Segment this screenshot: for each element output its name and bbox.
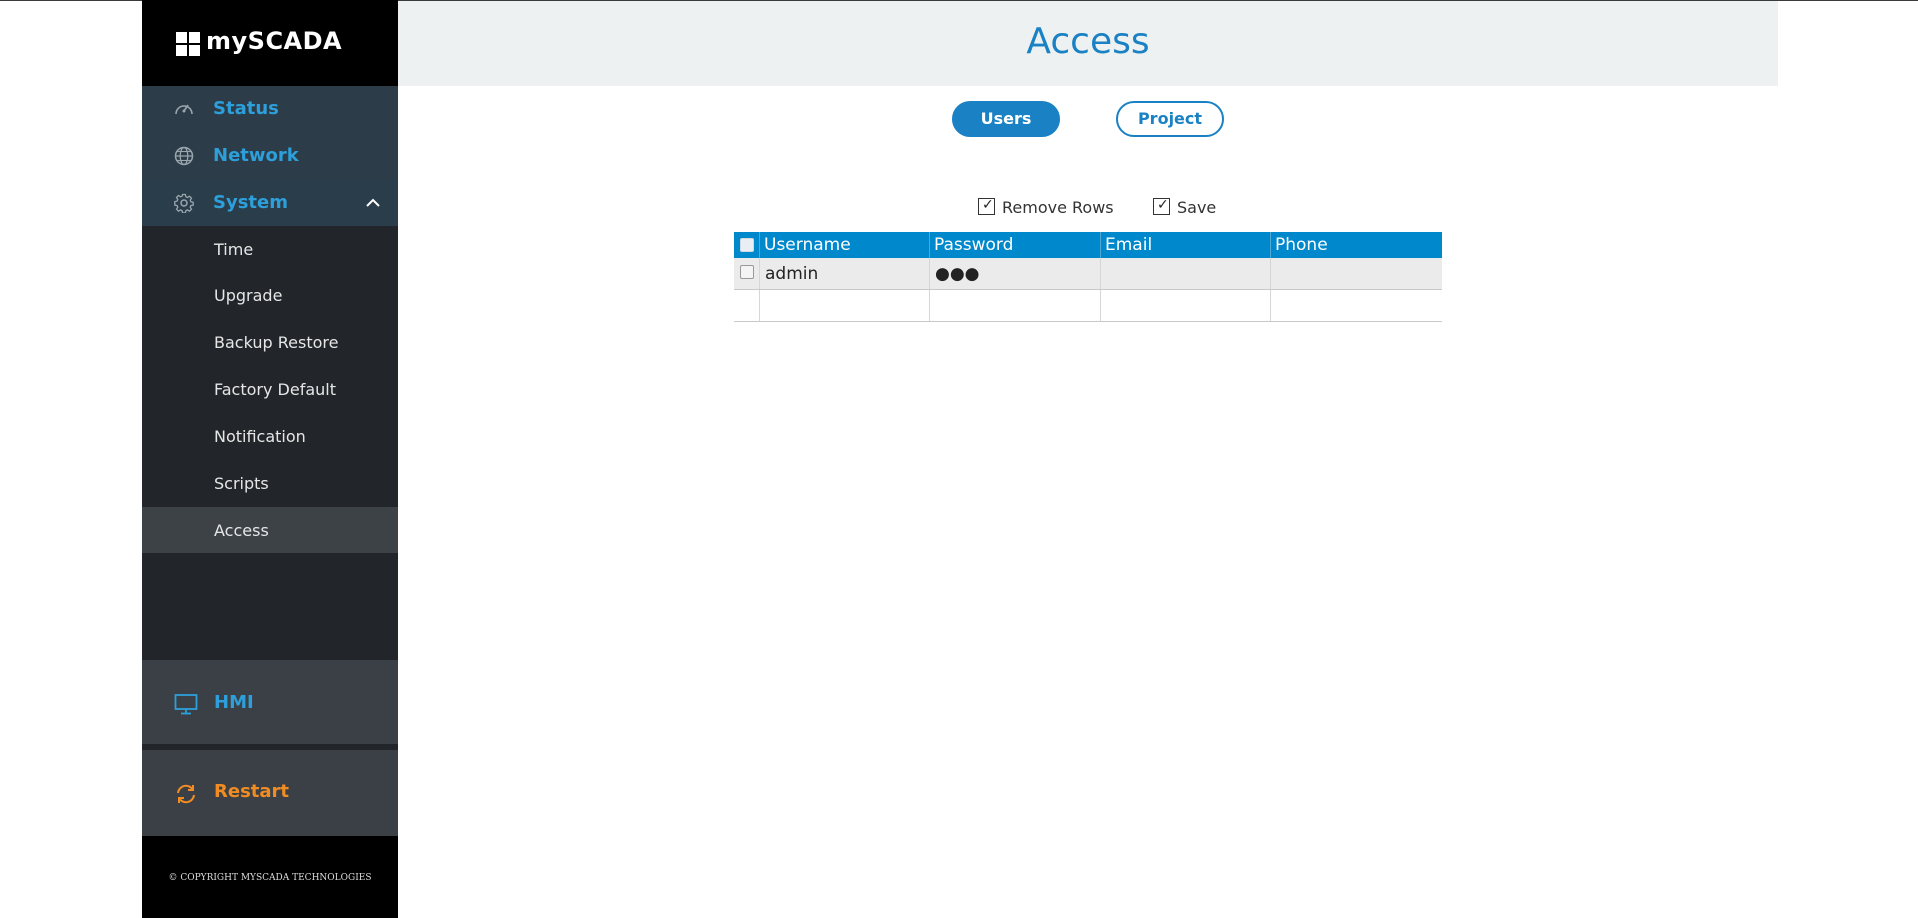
sidebar-item-label: Backup Restore bbox=[214, 333, 339, 352]
nav-item-status[interactable]: Status bbox=[142, 86, 398, 132]
sidebar: mySCADA Status Network System Time Upgra… bbox=[142, 0, 398, 918]
sidebar-item-access[interactable]: Access bbox=[142, 507, 398, 553]
row-select-cell bbox=[734, 290, 760, 321]
cell-email[interactable] bbox=[1101, 258, 1271, 289]
cell-text: ●●● bbox=[935, 264, 980, 284]
page-title: Access bbox=[1026, 21, 1150, 62]
column-header-email[interactable]: Email bbox=[1101, 232, 1271, 258]
select-all-checkbox[interactable] bbox=[740, 238, 754, 252]
sidebar-item-label: Factory Default bbox=[214, 380, 336, 399]
save-label: Save bbox=[1177, 198, 1217, 217]
cell-username[interactable] bbox=[760, 290, 930, 321]
column-header-label: Password bbox=[934, 235, 1014, 255]
column-header-label: Phone bbox=[1275, 235, 1328, 255]
sidebar-item-label: Access bbox=[214, 521, 269, 540]
nav-label-network: Network bbox=[213, 145, 299, 166]
globe-icon bbox=[174, 146, 194, 166]
column-header-password[interactable]: Password bbox=[930, 232, 1101, 258]
tab-project[interactable]: Project bbox=[1116, 101, 1224, 137]
sidebar-item-label: Scripts bbox=[214, 474, 269, 493]
nav-item-system[interactable]: System bbox=[142, 180, 398, 226]
remove-rows-label: Remove Rows bbox=[1002, 198, 1114, 217]
cell-phone[interactable] bbox=[1271, 290, 1442, 321]
cell-phone[interactable] bbox=[1271, 258, 1442, 289]
page-header: Access bbox=[398, 1, 1778, 86]
checkmark-icon: ✓ bbox=[1157, 197, 1169, 213]
table-row[interactable]: admin ●●● bbox=[734, 258, 1442, 290]
gauge-icon bbox=[175, 104, 193, 115]
monitor-icon bbox=[174, 694, 198, 715]
column-header-label: Username bbox=[764, 235, 851, 255]
footer: © COPYRIGHT MYSCADA TECHNOLOGIES bbox=[142, 836, 398, 918]
cell-email[interactable] bbox=[1101, 290, 1271, 321]
row-checkbox[interactable] bbox=[740, 265, 754, 279]
nav-label-status: Status bbox=[213, 98, 279, 119]
remove-rows-checkbox[interactable]: ✓ bbox=[978, 197, 995, 215]
column-header-phone[interactable]: Phone bbox=[1271, 232, 1442, 258]
header-select-cell bbox=[734, 232, 760, 258]
nav-item-network[interactable]: Network bbox=[142, 133, 398, 179]
nav-label-system: System bbox=[213, 192, 288, 213]
sidebar-item-label: Upgrade bbox=[214, 286, 283, 305]
cell-text: admin bbox=[765, 264, 819, 284]
users-table: Username Password Email Phone admin ●●● bbox=[734, 232, 1442, 322]
logo-text: mySCADA bbox=[206, 27, 343, 55]
restart-button[interactable]: Restart bbox=[142, 750, 398, 836]
table-row-empty[interactable] bbox=[734, 290, 1442, 322]
save-checkbox[interactable]: ✓ bbox=[1153, 197, 1170, 215]
checkmark-icon: ✓ bbox=[982, 197, 994, 213]
sidebar-item-scripts[interactable]: Scripts bbox=[142, 460, 398, 506]
copyright-text: © COPYRIGHT MYSCADA TECHNOLOGIES bbox=[168, 873, 372, 883]
table-header-row: Username Password Email Phone bbox=[734, 232, 1442, 258]
cell-username[interactable]: admin bbox=[760, 258, 930, 289]
main-nav: Status Network System bbox=[142, 86, 398, 226]
restart-label: Restart bbox=[214, 781, 290, 802]
sidebar-item-time[interactable]: Time bbox=[142, 226, 398, 272]
hmi-button[interactable]: HMI bbox=[142, 660, 398, 744]
sidebar-item-label: Time bbox=[214, 240, 254, 259]
chevron-up-icon[interactable] bbox=[364, 194, 382, 212]
hmi-label: HMI bbox=[214, 692, 254, 713]
sidebar-item-backup-restore[interactable]: Backup Restore bbox=[142, 319, 398, 365]
gear-icon bbox=[174, 193, 194, 213]
logo-icon bbox=[176, 32, 200, 56]
refresh-icon bbox=[177, 784, 195, 804]
row-select-cell bbox=[734, 258, 760, 289]
sidebar-item-label: Notification bbox=[214, 427, 306, 446]
sidebar-item-notification[interactable]: Notification bbox=[142, 413, 398, 459]
column-header-label: Email bbox=[1105, 235, 1153, 255]
logo-area: mySCADA bbox=[142, 0, 398, 86]
remove-rows-action[interactable]: ✓ Remove Rows bbox=[978, 197, 1128, 220]
sidebar-item-factory-default[interactable]: Factory Default bbox=[142, 366, 398, 412]
sidebar-item-upgrade[interactable]: Upgrade bbox=[142, 272, 398, 318]
save-action[interactable]: ✓ Save bbox=[1153, 197, 1233, 220]
cell-password[interactable]: ●●● bbox=[930, 258, 1101, 289]
cell-password[interactable] bbox=[930, 290, 1101, 321]
tab-users[interactable]: Users bbox=[952, 101, 1060, 137]
column-header-username[interactable]: Username bbox=[760, 232, 930, 258]
